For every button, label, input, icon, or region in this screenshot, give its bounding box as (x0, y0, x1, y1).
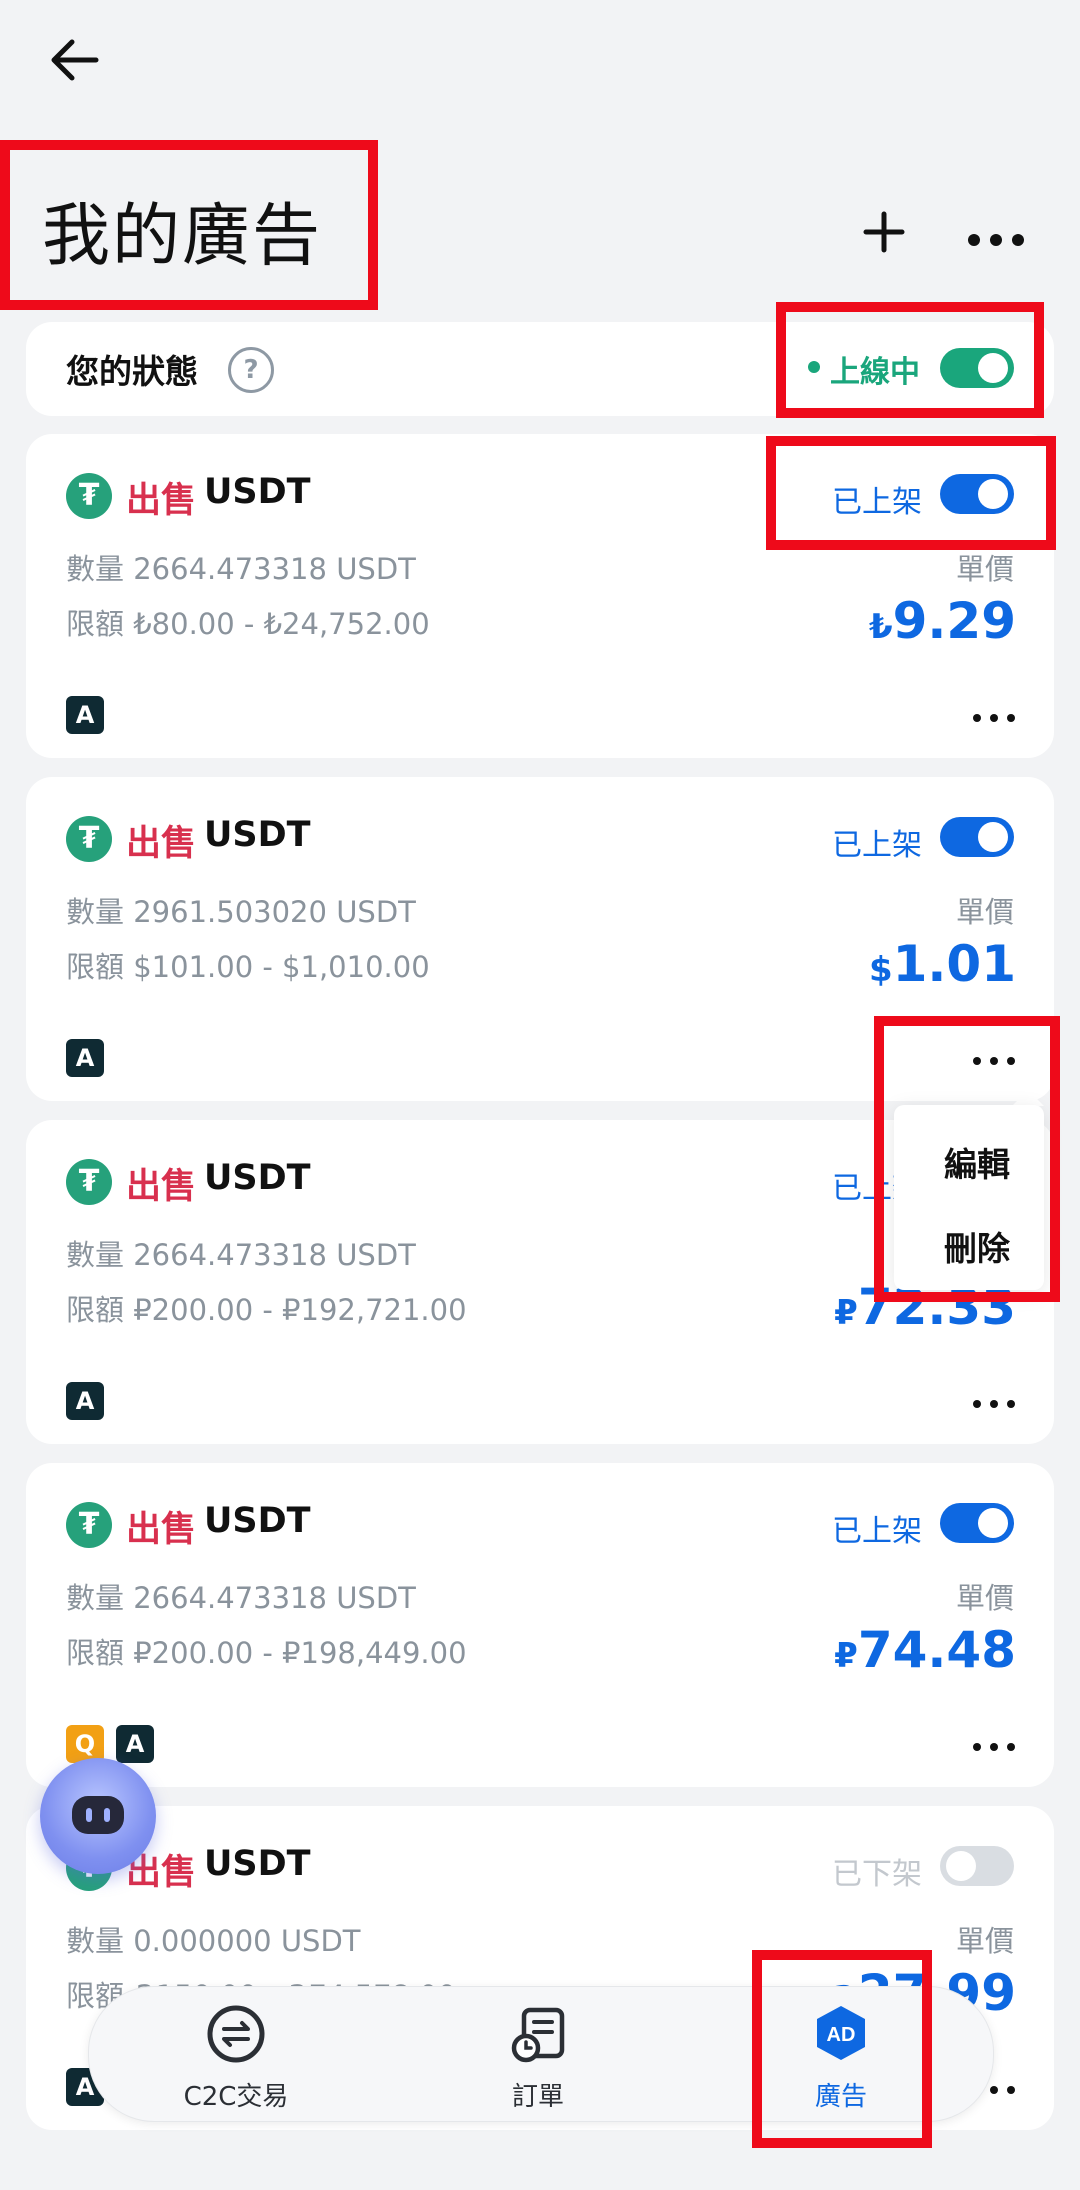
ad-more-button[interactable] (972, 1737, 1016, 1751)
limit-value: ₺80.00 - ₺24,752.00 (133, 607, 430, 641)
usdt-coin-icon: ₮ (66, 1502, 112, 1548)
qty-label: 數量 (66, 1238, 125, 1272)
ad-limit: 限額 ₽200.00 - ₽192,721.00 (66, 1287, 467, 1329)
limit-value: ₽200.00 - ₽192,721.00 (133, 1293, 467, 1327)
qty-value: 2961.503020 (133, 895, 327, 929)
payment-method-a-icon: A (66, 1039, 104, 1077)
swap-circle-icon (207, 2005, 265, 2063)
usdt-coin-icon: ₮ (66, 816, 112, 862)
arrow-left-icon (51, 39, 99, 81)
add-ad-button[interactable] (862, 210, 906, 254)
price-value: 1.01 (892, 935, 1016, 993)
payment-method-a-icon: A (116, 1725, 154, 1763)
ad-quantity: 數量 2664.473318 USDT (66, 546, 416, 588)
ad-side: 出售 (126, 1510, 197, 1550)
limit-label: 限額 (66, 950, 125, 984)
qty-unit: USDT (336, 895, 416, 929)
ad-asset: USDT (204, 1158, 311, 1198)
qty-label: 數量 (66, 1581, 125, 1615)
nav-orders[interactable] (510, 2006, 568, 2064)
ad-price: ₽74.48 (834, 1621, 1016, 1679)
unit-price-label: 單價 (956, 895, 1015, 929)
status-label: 您的狀態 (66, 352, 198, 391)
ad-quantity: 數量 2961.503020 USDT (66, 889, 416, 931)
ad-quantity: 數量 0.000000 USDT (66, 1918, 361, 1960)
order-clock-icon (511, 2007, 565, 2063)
nav-orders-label: 訂單 (511, 2082, 564, 2112)
ad-listing-status: 已上架 (832, 828, 922, 863)
bot-eye-left (86, 1808, 92, 1822)
qty-label: 數量 (66, 552, 125, 586)
price-currency: ₽ (834, 1636, 858, 1676)
ad-limit: 限額 ₺80.00 - ₺24,752.00 (66, 601, 430, 643)
ad-listing-toggle[interactable] (940, 1846, 1014, 1886)
price-currency: ₺ (868, 607, 893, 647)
highlight-online-status (776, 302, 1044, 418)
limit-label: 限額 (66, 1636, 125, 1670)
qty-label: 數量 (66, 895, 125, 929)
price-currency: $ (868, 950, 893, 990)
nav-c2c[interactable] (206, 2004, 266, 2064)
more-horizontal-icon (973, 1400, 1015, 1408)
ad-asset: USDT (204, 1844, 311, 1884)
qty-unit: USDT (280, 1924, 361, 1958)
back-button[interactable] (44, 30, 104, 90)
highlight-listed-status (766, 436, 1056, 550)
ad-limit: 限額 $101.00 - $1,010.00 (66, 944, 430, 986)
bot-face-icon (72, 1796, 124, 1834)
ad-side: 出售 (126, 1167, 197, 1207)
price-currency: ₽ (834, 1293, 858, 1333)
ad-side: 出售 (126, 824, 197, 864)
limit-label: 限額 (66, 607, 125, 641)
limit-value: ₽200.00 - ₽198,449.00 (133, 1636, 467, 1670)
plus-icon (863, 211, 905, 253)
price-value: 74.48 (857, 1621, 1016, 1679)
ad-price: $1.01 (869, 935, 1016, 993)
qty-value: 2664.473318 (133, 552, 327, 586)
ad-listing-status: 已下架 (832, 1857, 922, 1892)
qty-unit: USDT (336, 552, 416, 586)
ad-asset: USDT (204, 1501, 311, 1541)
ad-asset: USDT (204, 815, 311, 855)
ad-listing-status: 已上架 (832, 1514, 922, 1549)
qty-unit: USDT (336, 1238, 416, 1272)
ad-more-button[interactable] (972, 708, 1016, 722)
payment-method-a-icon: A (66, 1382, 104, 1420)
unit-price-label: 單價 (956, 1924, 1015, 1958)
ad-more-button[interactable] (972, 1394, 1016, 1408)
usdt-coin-icon: ₮ (66, 1159, 112, 1205)
unit-price-label: 單價 (956, 1581, 1015, 1615)
qty-value: 2664.473318 (133, 1581, 327, 1615)
limit-value: $101.00 - $1,010.00 (133, 950, 430, 984)
unit-price-label: 單價 (956, 552, 1015, 586)
ad-listing-toggle[interactable] (940, 817, 1014, 857)
payment-method-a-icon: A (66, 696, 104, 734)
more-horizontal-icon (968, 234, 1024, 246)
help-icon[interactable]: ? (228, 347, 274, 393)
ad-asset: USDT (204, 472, 311, 512)
more-options-button[interactable] (966, 232, 1026, 248)
ad-quantity: 數量 2664.473318 USDT (66, 1575, 416, 1617)
qty-unit: USDT (336, 1581, 416, 1615)
qty-value: 0.000000 (133, 1924, 272, 1958)
more-horizontal-icon (973, 1743, 1015, 1751)
nav-c2c-label: C2C交易 (183, 2082, 289, 2112)
ad-side: 出售 (126, 481, 197, 521)
ad-limit: 限額 ₽200.00 - ₽198,449.00 (66, 1630, 467, 1672)
ad-price: ₺9.29 (869, 592, 1016, 650)
usdt-coin-icon: ₮ (66, 473, 112, 519)
qty-value: 2664.473318 (133, 1238, 327, 1272)
more-horizontal-icon (973, 714, 1015, 722)
ad-listing-toggle[interactable] (940, 1503, 1014, 1543)
highlight-title (0, 140, 378, 310)
limit-label: 限額 (66, 1293, 125, 1327)
bot-eye-right (104, 1808, 110, 1822)
highlight-ads-tab (752, 1950, 932, 2148)
qty-label: 數量 (66, 1924, 125, 1958)
price-value: 9.29 (892, 592, 1016, 650)
highlight-action-menu (874, 1016, 1060, 1302)
ad-quantity: 數量 2664.473318 USDT (66, 1232, 416, 1274)
